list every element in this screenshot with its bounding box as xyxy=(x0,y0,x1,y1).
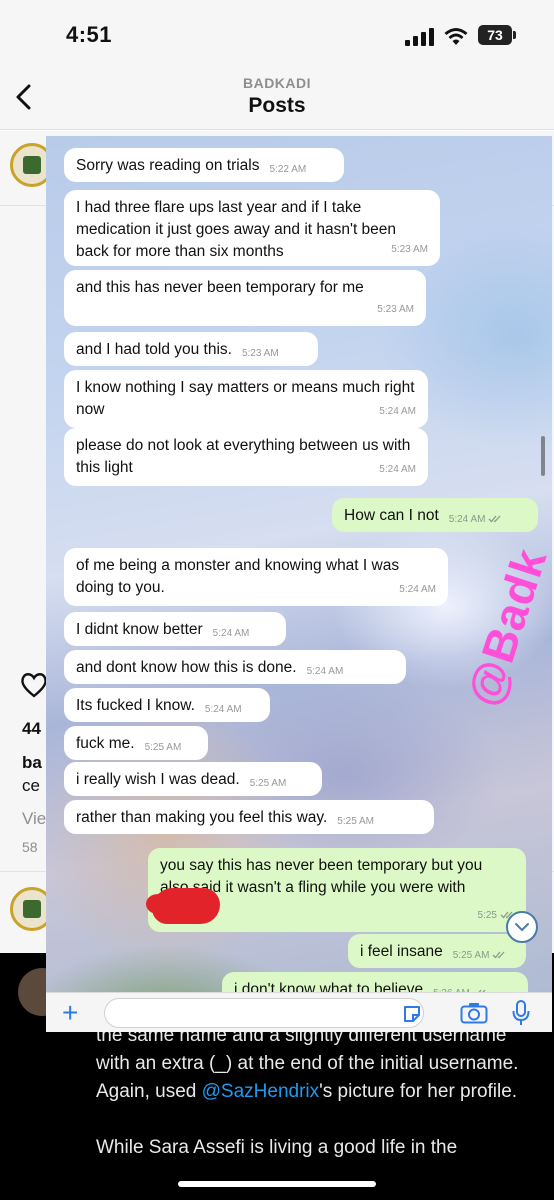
message-text: How can I not xyxy=(344,507,439,524)
message-timestamp: 5:25 AM xyxy=(337,816,374,827)
message-timestamp: 5:24 AM xyxy=(212,628,250,639)
watermark: @Badk xyxy=(456,541,552,713)
outgoing-message-bubble[interactable]: i feel insane 5:25 AM xyxy=(348,934,526,968)
message-timestamp: 5:24 AM xyxy=(399,584,436,595)
read-checkmark-icon xyxy=(489,515,501,523)
message-text: please do not look at everything between… xyxy=(76,437,411,476)
incoming-message-bubble[interactable]: rather than making you feel this way. 5:2… xyxy=(64,800,434,834)
message-timestamp: 5:22 AM xyxy=(269,164,307,175)
incoming-message-bubble[interactable]: Its fucked I know. 5:24 AM xyxy=(64,688,270,722)
read-checkmark-icon xyxy=(492,951,505,959)
microphone-icon[interactable] xyxy=(512,1000,530,1026)
message-text: I had three flare ups last year and if I… xyxy=(76,199,397,260)
view-comments-link[interactable]: Vie xyxy=(22,809,46,829)
incoming-message-bubble[interactable]: Sorry was reading on trials 5:22 AM xyxy=(64,148,344,182)
incoming-message-bubble[interactable]: fuck me. 5:25 AM xyxy=(64,726,208,760)
chevron-down-icon xyxy=(515,923,529,932)
post-date: 58 xyxy=(22,839,38,855)
message-timestamp: 5:24 AM xyxy=(204,704,242,715)
sticker-icon[interactable] xyxy=(402,1004,422,1024)
incoming-message-bubble[interactable]: I know nothing I say matters or means mu… xyxy=(64,370,428,428)
incoming-message-bubble[interactable]: and this has never been temporary for me… xyxy=(64,270,426,326)
message-text: I didnt know better xyxy=(76,621,203,638)
battery-icon: 73 xyxy=(478,25,516,45)
like-heart-icon[interactable] xyxy=(20,672,48,698)
message-text: i feel insane xyxy=(360,943,443,960)
message-text: Its fucked I know. xyxy=(76,697,195,714)
message-input-bar: + xyxy=(46,992,552,1032)
tweet-text: While Sara Assefi is living a good life … xyxy=(96,1137,458,1158)
message-timestamp: 5:24 AM xyxy=(379,464,416,475)
status-time: 4:51 xyxy=(66,22,113,47)
tweet-body: the same name and a slightly different u… xyxy=(96,1022,536,1190)
posts-header: BADKADI Posts xyxy=(0,70,554,130)
scroll-down-button[interactable] xyxy=(506,911,538,943)
message-text: i really wish I was dead. xyxy=(76,771,240,788)
like-count: 44 xyxy=(22,719,41,738)
scrollbar[interactable] xyxy=(541,436,545,476)
message-timestamp: 5:24 AM xyxy=(379,406,416,417)
message-timestamp: 5:25 AM xyxy=(144,742,182,753)
camera-icon[interactable] xyxy=(460,1002,488,1024)
caption-fragment: ba xyxy=(22,753,42,772)
incoming-message-bubble[interactable]: and dont know how this is done. 5:24 AM xyxy=(64,650,406,684)
plus-icon[interactable]: + xyxy=(62,999,78,1027)
cellular-signal-icon xyxy=(405,28,435,46)
message-timestamp: 5:24 AM xyxy=(449,509,503,531)
incoming-message-bubble[interactable]: I didnt know better 5:24 AM xyxy=(64,612,286,646)
message-text: and this has never been temporary for me xyxy=(76,279,364,296)
wifi-icon xyxy=(444,28,468,45)
message-timestamp: 5:24 AM xyxy=(306,666,344,677)
message-timestamp: 5:23 AM xyxy=(391,244,428,255)
message-text: of me being a monster and knowing what I… xyxy=(76,557,400,596)
mention-link[interactable]: @SazHendrix xyxy=(202,1081,320,1102)
incoming-message-bubble[interactable]: of me being a monster and knowing what I… xyxy=(64,548,448,606)
redaction-scribble xyxy=(146,888,220,924)
page-title: Posts xyxy=(248,94,306,117)
tweet-text: 's picture for her profile. xyxy=(319,1081,518,1102)
message-text: and dont know how this is done. xyxy=(76,659,297,676)
incoming-message-bubble[interactable]: I had three flare ups last year and if I… xyxy=(64,190,440,266)
chat-screenshot: Sorry was reading on trials 5:22 AM I had … xyxy=(46,136,552,1032)
outgoing-message-bubble[interactable]: How can I not 5:24 AM xyxy=(332,498,538,532)
message-timestamp: 5:23 AM xyxy=(377,304,414,315)
message-timestamp: 5:23 AM xyxy=(241,348,279,359)
message-timestamp: 5:25 AM xyxy=(249,778,287,789)
message-text: rather than making you feel this way. xyxy=(76,809,328,826)
message-text: I know nothing I say matters or means mu… xyxy=(76,379,415,418)
message-input[interactable] xyxy=(104,998,424,1028)
incoming-message-bubble[interactable]: please do not look at everything between… xyxy=(64,428,428,486)
message-text: fuck me. xyxy=(76,735,135,752)
incoming-message-bubble[interactable]: and I had told you this. 5:23 AM xyxy=(64,332,318,366)
message-text: and I had told you this. xyxy=(76,341,232,358)
message-text: Sorry was reading on trials xyxy=(76,157,260,174)
incoming-message-bubble[interactable]: i really wish I was dead. 5:25 AM xyxy=(64,762,322,796)
message-timestamp: 5:25 AM xyxy=(453,945,507,967)
header-username: BADKADI xyxy=(242,75,312,91)
home-indicator xyxy=(178,1181,376,1187)
status-bar: 4:51 73 xyxy=(0,0,554,70)
caption-fragment: ce xyxy=(22,776,40,795)
